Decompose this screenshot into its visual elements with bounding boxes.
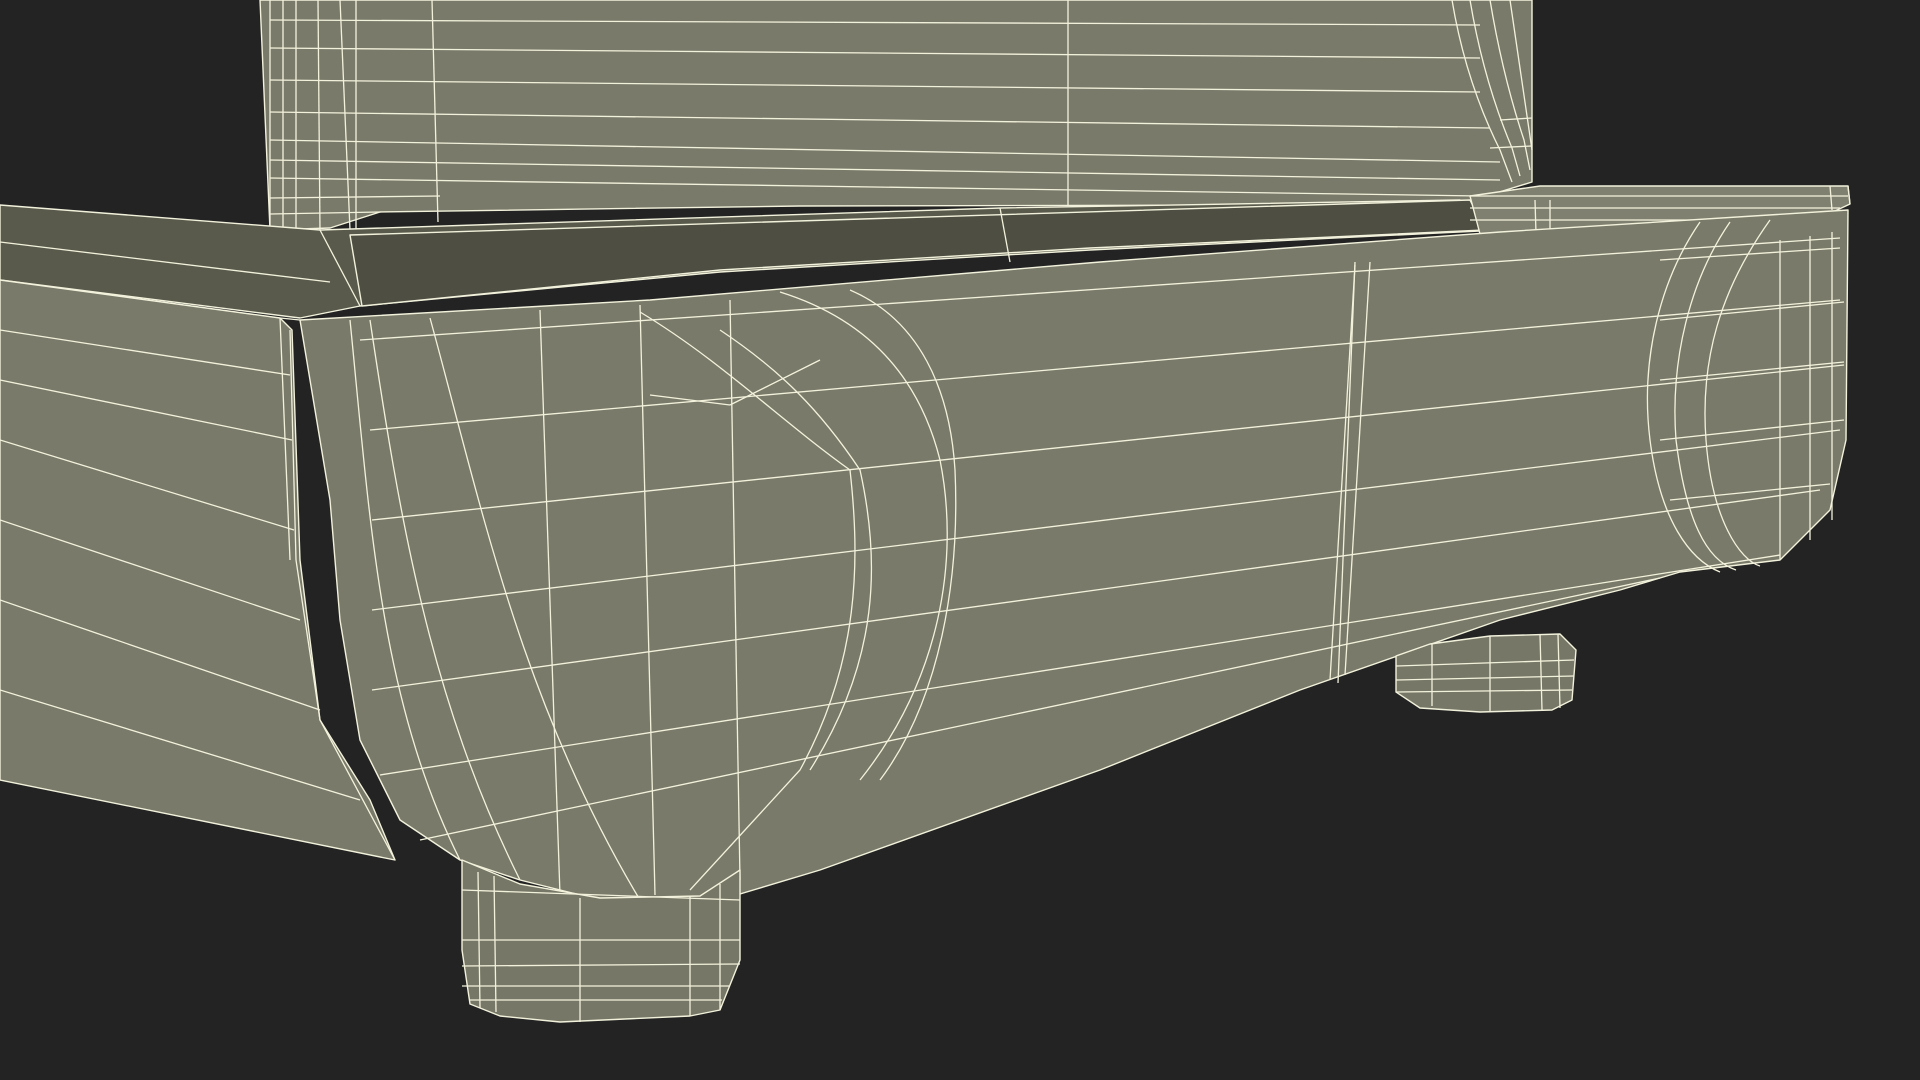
upper-cushion <box>259 0 1533 233</box>
base-front-face <box>299 209 1849 901</box>
3d-viewport[interactable] <box>0 0 1920 1080</box>
wireframe-model <box>0 0 1851 1023</box>
